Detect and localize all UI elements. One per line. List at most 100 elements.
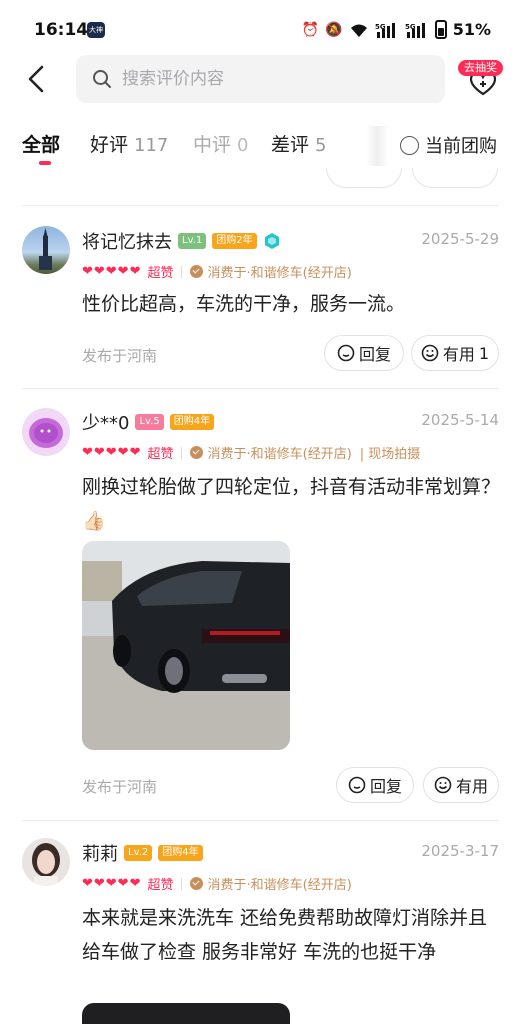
rating-row: ❤❤❤❤❤ 超赞 消费于·和谐修车(经开店) [82,262,352,281]
shop-info[interactable]: 消费于·和谐修车(经开店) [190,443,352,462]
publish-location: 发布于河南 [82,347,158,365]
battery-level: 51% [452,20,491,39]
review-content: 本来就是来洗洗车 还给免费帮助故障灯消除并且给车做了检查 服务非常好 车洗的也挺… [82,907,488,963]
tab-label: 好评 [90,134,129,156]
divider [22,205,499,206]
verified-icon [190,877,204,890]
rating-hearts-icon: ❤❤❤❤❤ [82,445,142,460]
user-info-row: 将记忆抹去 Lv.1 团购2年 [82,228,281,254]
verified-icon [190,446,204,459]
chevron-left-icon [28,65,44,93]
tower-image [39,228,52,270]
useful-label: 有用 [442,345,475,364]
useful-button[interactable]: 有用 [423,767,499,803]
smile-icon [421,344,439,362]
rating-hearts-icon: ❤❤❤❤❤ [82,264,142,279]
search-bar[interactable] [76,55,445,103]
partial-reply-button[interactable] [326,168,402,188]
car-photo [82,541,290,750]
tab-label: 中评 [193,134,232,156]
separator [181,446,183,459]
review-photo[interactable] [82,1003,290,1024]
mute-icon: 🔕 [325,21,343,38]
rating-label: 超赞 [147,878,174,893]
group-years-badge: 团购4年 [158,845,203,861]
level-badge: Lv.5 [135,414,164,430]
signal-icon-2: 5G [405,22,425,38]
wifi-icon [350,24,367,37]
review-date: 2025-3-17 [421,842,499,860]
reply-icon [348,776,366,794]
divider [22,820,499,821]
username[interactable]: 少**0 [82,409,129,435]
useful-label: 有用 [455,777,488,796]
reply-label: 回复 [369,777,402,796]
search-input[interactable] [122,69,422,89]
separator [181,265,183,278]
app-notification-icon: 大神 [87,22,105,38]
shop-info[interactable]: 消费于·和谐修车(经开店) [190,262,352,281]
verified-icon [190,265,204,278]
status-bar: 16:14 大神 ⏰ 🔕 5G 5G 51% [0,0,521,60]
tab-neutral[interactable]: 中评 0 [193,130,248,157]
tab-negative[interactable]: 差评 5 [271,130,326,157]
rating-row: ❤❤❤❤❤ 超赞 消费于·和谐修车(经开店) | 现场拍摄 [82,443,420,462]
group-years-badge: 团购2年 [212,233,257,249]
tab-indicator [39,161,51,165]
avatar[interactable] [22,408,70,456]
level-badge: Lv.1 [178,233,207,249]
rating-row: ❤❤❤❤❤ 超赞 消费于·和谐修车(经开店) [82,874,352,893]
tabs-scroll-fade [366,126,388,166]
avatar[interactable] [22,226,70,274]
username[interactable]: 莉莉 [82,840,118,866]
shop-name: 消费于·和谐修车(经开店) [207,266,352,281]
tab-count: 117 [134,135,169,156]
rating-label: 超赞 [147,447,174,462]
tab-label: 全部 [22,134,61,156]
group-filter-label: 当前团购 [425,136,497,157]
lottery-badge: 去抽奖 [458,60,503,76]
back-button[interactable] [22,64,52,94]
shop-name: 消费于·和谐修车(经开店) [207,878,352,893]
reply-button[interactable]: 回复 [324,335,404,371]
previous-review-actions [0,168,521,190]
separator [181,877,183,890]
rating-label: 超赞 [147,266,174,281]
search-icon [93,70,111,88]
shop-info[interactable]: 消费于·和谐修车(经开店) [190,874,352,893]
avatar[interactable] [22,838,70,886]
user-info-row: 莉莉 Lv.2 团购4年 [82,840,203,866]
useful-button[interactable]: 有用 1 [411,335,499,371]
username[interactable]: 将记忆抹去 [82,228,172,254]
publish-location: 发布于河南 [82,778,158,796]
site-photo-tag: | 现场拍摄 [359,447,421,462]
hexagon-badge-icon [264,233,279,249]
review-photo[interactable] [82,541,290,750]
reply-button[interactable]: 回复 [336,767,414,803]
review-date: 2025-5-14 [421,411,499,429]
reply-label: 回复 [358,345,391,364]
tab-count: 0 [237,135,249,156]
rating-hearts-icon: ❤❤❤❤❤ [82,876,142,891]
tab-positive[interactable]: 好评 117 [90,130,168,157]
tab-label: 差评 [271,134,310,156]
current-group-filter[interactable]: 当前团购 [400,132,497,158]
smile-icon [434,776,452,794]
level-badge: Lv.2 [124,845,153,861]
review-date: 2025-5-29 [421,230,499,248]
useful-count: 1 [478,343,490,363]
user-info-row: 少**0 Lv.5 团购4年 [82,409,215,435]
alarm-icon: ⏰ [301,21,320,38]
radio-icon [400,135,419,155]
shop-name: 消费于·和谐修车(经开店) [207,447,352,462]
group-years-badge: 团购4年 [169,414,215,430]
reply-icon [337,344,355,362]
tab-all[interactable]: 全部 [22,130,60,157]
status-indicators: ⏰ 🔕 5G 5G 51% [302,20,491,39]
partial-useful-button[interactable] [412,168,498,188]
review-content: 性价比超高，车洗的干净，服务一流。 [82,293,406,315]
tab-count: 5 [315,135,327,156]
status-time: 16:14 [34,20,89,40]
divider [22,388,499,389]
portrait-image [32,843,60,886]
